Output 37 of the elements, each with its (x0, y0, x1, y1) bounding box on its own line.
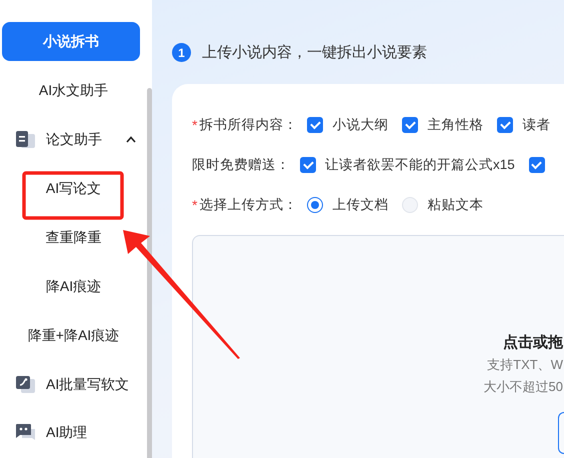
option-label: 读者 (522, 116, 550, 134)
radio-button[interactable] (307, 197, 324, 213)
checkbox[interactable] (528, 157, 545, 173)
scrollbar[interactable] (147, 88, 152, 458)
nav-subitem[interactable]: 查重降重 (46, 228, 102, 247)
checkbox[interactable] (307, 117, 324, 133)
nav-item[interactable]: AI批量写软文 (46, 376, 130, 394)
option-label: 粘贴文本 (427, 196, 484, 214)
nav-subitem[interactable]: 降AI痕迹 (46, 278, 102, 296)
option-label: 上传文档 (332, 196, 388, 214)
upload-hint: 支持TXT、W (487, 356, 563, 374)
chat-icon (16, 424, 36, 442)
checkbox[interactable] (402, 117, 418, 133)
option-label: 小说大纲 (332, 116, 388, 134)
step-title: 上传小说内容，一键拆出小说要素 (202, 43, 427, 62)
checkbox[interactable] (497, 117, 514, 133)
document-icon (16, 130, 36, 149)
upload-title: 点击或拖 (503, 333, 563, 352)
upload-hint: 大小不超过50 (484, 378, 563, 396)
nav-group[interactable]: 论文助手 (46, 130, 102, 149)
required-mark: * (192, 197, 198, 213)
field-label: 限时免费赠送： (192, 156, 290, 174)
required-mark: * (192, 117, 198, 133)
checkbox[interactable] (300, 157, 316, 173)
caret-icon[interactable] (126, 136, 136, 144)
nav-subitem[interactable]: AI写论文 (46, 180, 102, 198)
nav-subitem[interactable]: 降重+降AI痕迹 (28, 326, 120, 345)
field-label: 选择上传方式： (199, 196, 298, 214)
option-label: 主角性格 (427, 116, 484, 134)
field-label: 拆书所得内容： (199, 116, 298, 134)
option-label: 让读者欲罢不能的开篇公式x15 (325, 156, 515, 174)
nav-button[interactable]: 小说拆书 (2, 22, 140, 62)
upload-button[interactable] (558, 412, 564, 454)
upload-dropzone[interactable]: 点击或拖 支持TXT、W 大小不超过50 (192, 235, 564, 458)
nav-item[interactable]: AI水文助手 (38, 82, 108, 100)
nav-item[interactable]: AI助理 (46, 424, 88, 442)
step-number: 1 (172, 43, 191, 62)
